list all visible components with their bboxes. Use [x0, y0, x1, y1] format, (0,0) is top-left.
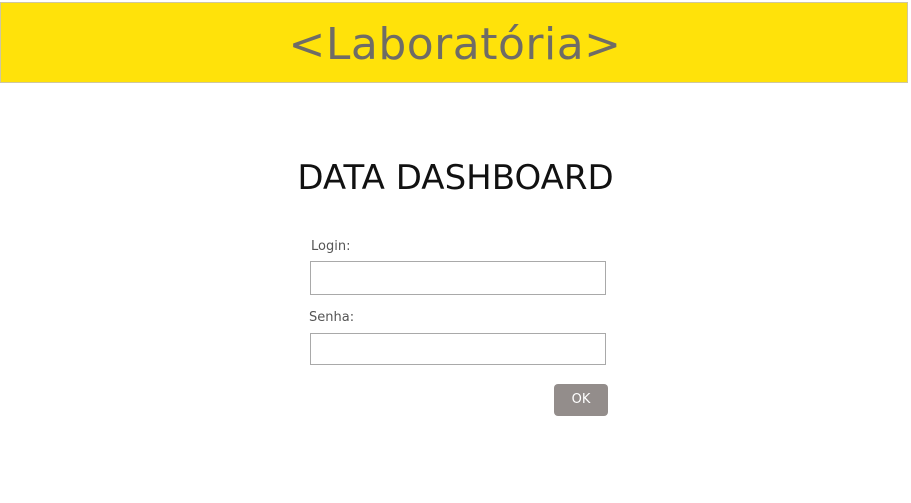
ok-button[interactable]: OK	[554, 384, 608, 416]
page-title: DATA DASHBOARD	[297, 158, 614, 198]
header-bar: <Laboratória>	[0, 2, 908, 83]
laboratoria-logo: <Laboratória>	[288, 19, 622, 70]
password-input[interactable]	[310, 333, 606, 365]
login-page: <Laboratória> DATA DASHBOARD Login: Senh…	[0, 0, 911, 503]
password-label: Senha:	[309, 310, 355, 325]
login-input[interactable]	[310, 261, 606, 295]
login-label: Login:	[311, 239, 351, 254]
